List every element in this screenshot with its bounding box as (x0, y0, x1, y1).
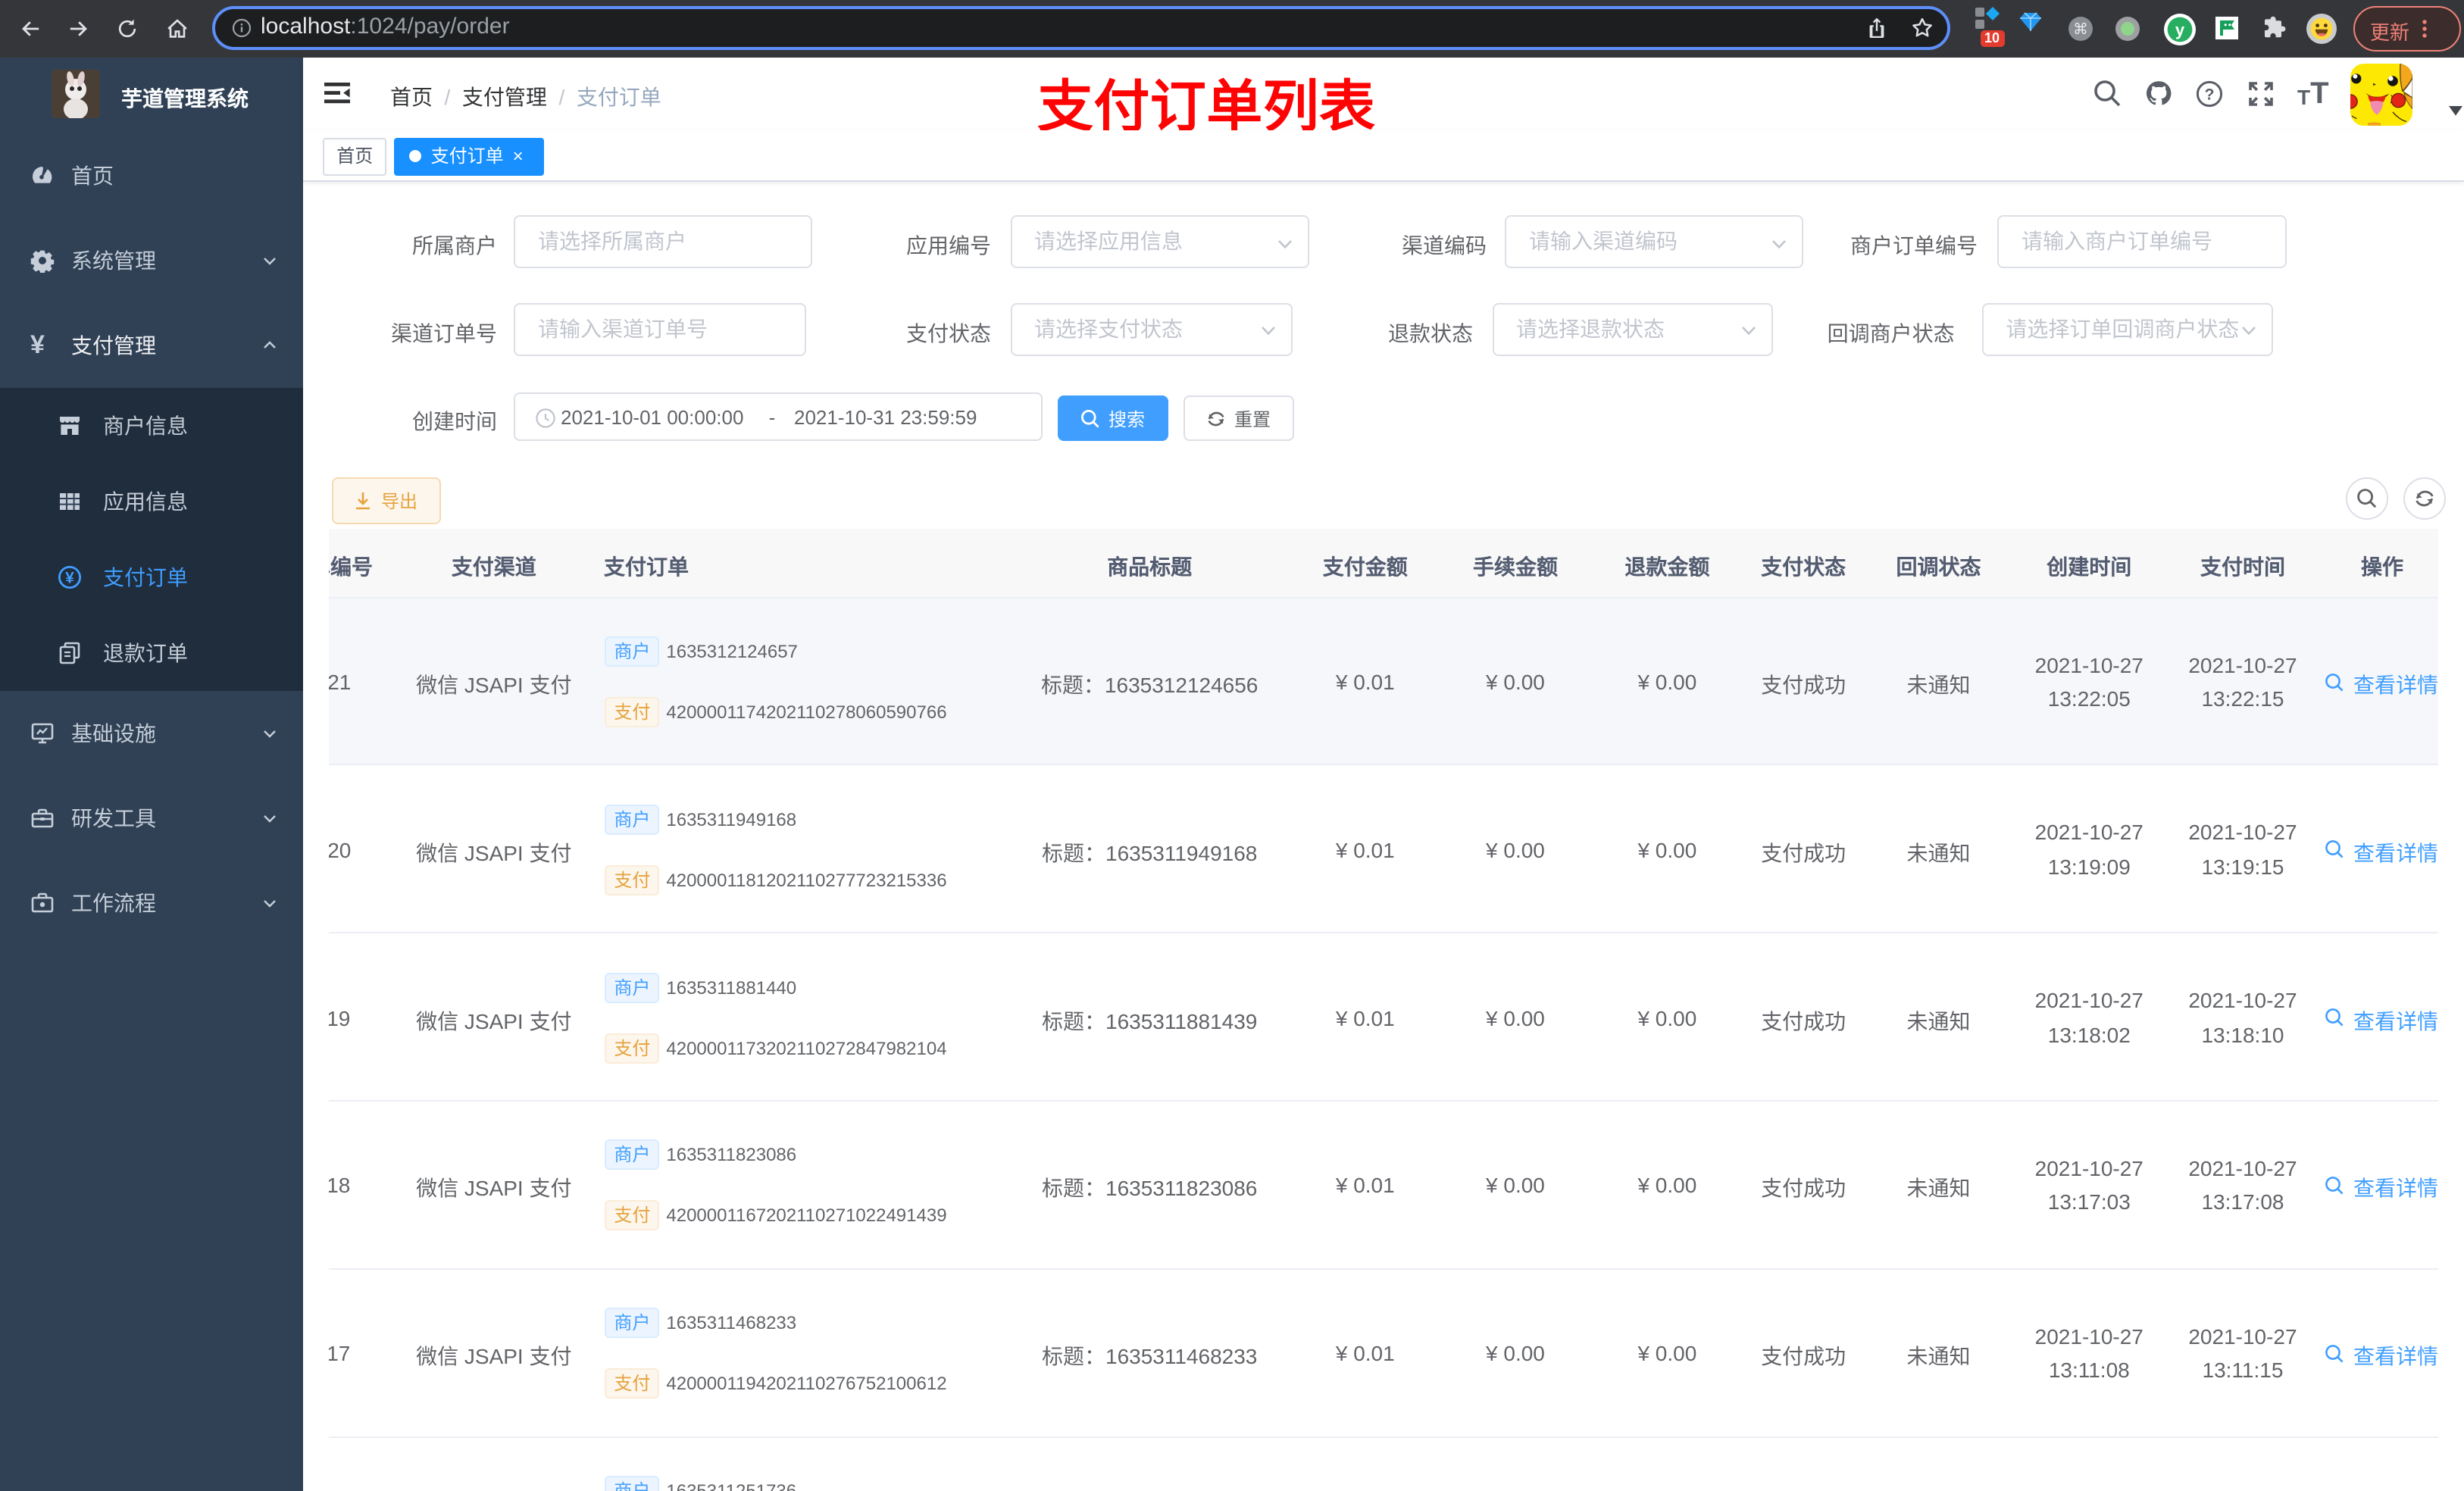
svg-text:¥: ¥ (65, 568, 74, 586)
svg-text:y: y (2175, 20, 2185, 39)
svg-text:⌘: ⌘ (2072, 21, 2087, 38)
svg-text:?: ? (2204, 86, 2214, 103)
